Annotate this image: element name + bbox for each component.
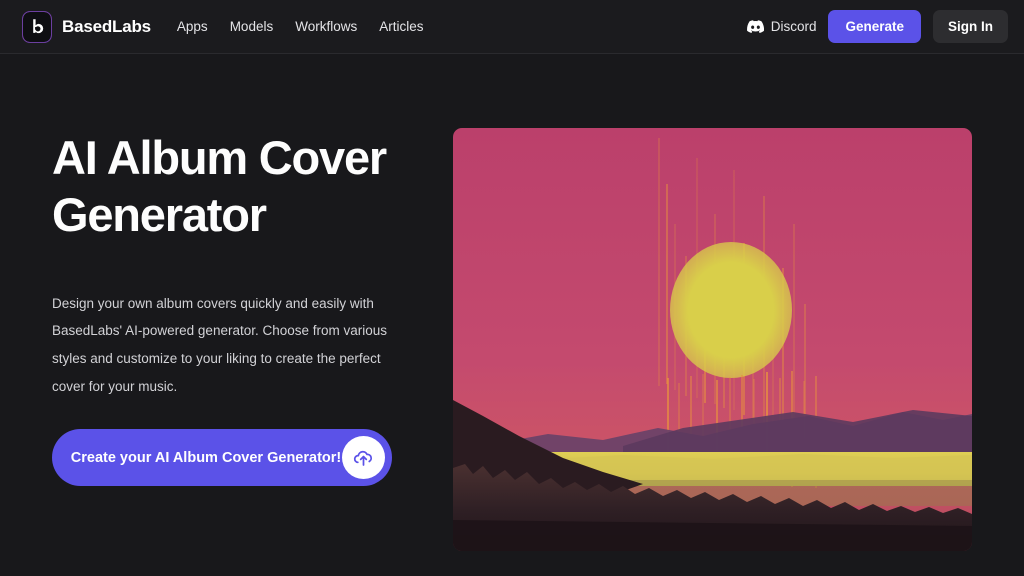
nav-link-apps[interactable]: Apps	[177, 19, 208, 34]
generate-button[interactable]: Generate	[828, 10, 921, 43]
create-album-cover-cta-button[interactable]: Create your AI Album Cover Generator!	[52, 429, 392, 486]
brand-logo[interactable]: BasedLabs	[22, 10, 151, 43]
discord-link[interactable]: Discord	[746, 19, 817, 34]
hero-copy: AI Album Cover Generator Design your own…	[52, 130, 427, 400]
upload-cloud-icon	[342, 436, 385, 479]
discord-icon	[746, 20, 764, 33]
sign-in-button[interactable]: Sign In	[933, 10, 1008, 43]
nav-link-workflows[interactable]: Workflows	[295, 19, 357, 34]
discord-label: Discord	[770, 19, 817, 34]
album-cover-sunset-artwork	[453, 128, 972, 551]
basedlabs-b-logo-icon	[22, 10, 52, 43]
nav-link-models[interactable]: Models	[230, 19, 274, 34]
main-nav: Apps Models Workflows Articles	[177, 19, 424, 34]
brand-name: BasedLabs	[62, 16, 151, 36]
top-navigation-bar: BasedLabs Apps Models Workflows Articles…	[0, 0, 1024, 54]
nav-link-articles[interactable]: Articles	[379, 19, 423, 34]
cta-label: Create your AI Album Cover Generator!	[70, 449, 342, 466]
hero-description: Design your own album covers quickly and…	[52, 295, 388, 394]
hero-section: AI Album Cover Generator Design your own…	[0, 54, 1024, 576]
page-title: AI Album Cover Generator	[52, 131, 387, 241]
header-actions: Discord Generate Sign In	[746, 10, 1008, 43]
